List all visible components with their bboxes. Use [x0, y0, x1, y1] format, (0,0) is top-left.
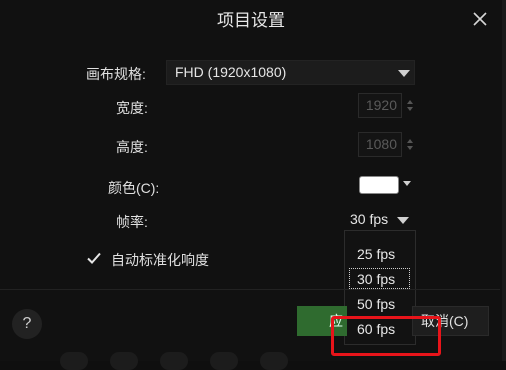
triangle-down-icon [398, 70, 410, 77]
triangle-down-icon[interactable] [403, 181, 411, 186]
red-highlight-box [331, 316, 441, 356]
toolbar-button [160, 352, 188, 370]
framerate-label: 帧率: [116, 214, 148, 230]
width-stepper[interactable] [405, 93, 415, 118]
framerate-option[interactable]: 30 fps [357, 271, 395, 287]
canvas-size-select[interactable]: FHD (1920x1080) [166, 60, 415, 85]
close-icon[interactable] [470, 9, 490, 29]
width-field[interactable]: 1920 [358, 93, 402, 118]
framerate-option[interactable]: 50 fps [357, 296, 395, 312]
toolbar-button [60, 352, 88, 370]
background-toolbar [60, 352, 290, 370]
chevron-down-icon [407, 107, 413, 111]
help-button[interactable]: ? [12, 309, 42, 339]
framerate-option[interactable]: 25 fps [357, 246, 395, 262]
canvas-size-label: 画布规格: [86, 66, 146, 82]
project-settings-dialog: 项目设置 画布规格: FHD (1920x1080) 宽度: 1920 高度: … [0, 0, 506, 370]
checkmark-icon [87, 252, 101, 264]
height-label: 高度: [116, 139, 148, 155]
framerate-value: 30 fps [350, 211, 389, 227]
toolbar-button [210, 352, 238, 370]
auto-normalize-checkbox[interactable] [86, 250, 102, 266]
framerate-select[interactable]: 30 fps [344, 209, 416, 231]
chevron-up-icon [407, 139, 413, 143]
auto-normalize-label: 自动标准化响度 [111, 252, 209, 268]
canvas-size-value: FHD (1920x1080) [175, 64, 287, 80]
width-label: 宽度: [116, 100, 148, 116]
divider [0, 289, 500, 290]
window-edge [502, 0, 506, 361]
toolbar-button [260, 352, 288, 370]
color-swatch-button[interactable] [359, 176, 399, 194]
toolbar-button [110, 352, 138, 370]
height-field[interactable]: 1080 [358, 132, 402, 157]
chevron-down-icon [407, 146, 413, 150]
chevron-up-icon [407, 100, 413, 104]
color-label: 颜色(C): [108, 180, 160, 196]
height-stepper[interactable] [405, 132, 415, 157]
dialog-title: 项目设置 [217, 11, 285, 30]
triangle-down-icon [397, 217, 409, 224]
